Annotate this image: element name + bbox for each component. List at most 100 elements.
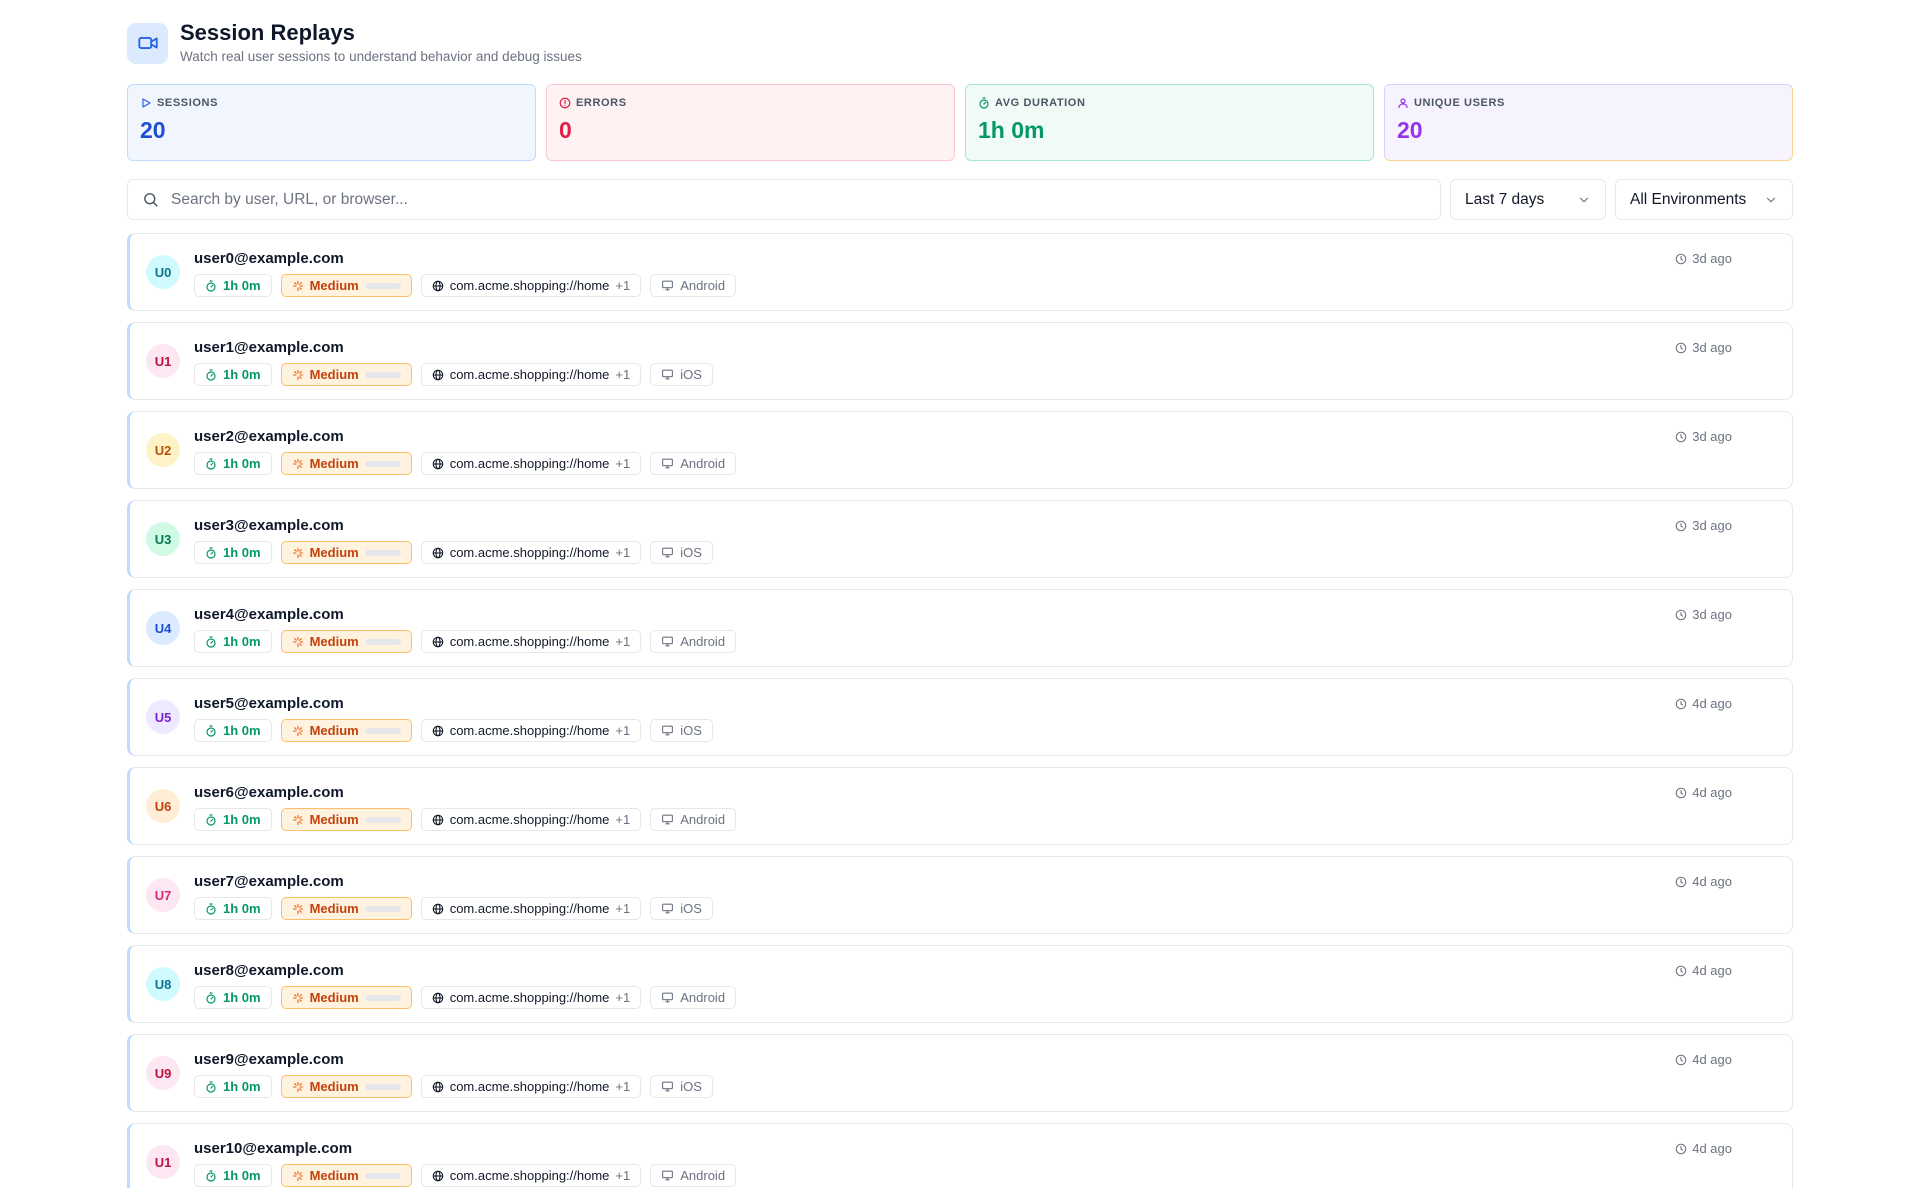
- session-row[interactable]: U3 user3@example.com 1h 0m Medium com.ac…: [127, 500, 1793, 578]
- session-tags: 1h 0m Medium com.acme.shopping://home +1: [194, 986, 737, 1009]
- session-row[interactable]: U0 user0@example.com 1h 0m Medium com.ac…: [127, 233, 1793, 311]
- url-badge: com.acme.shopping://home +1: [420, 363, 642, 386]
- duration-badge: 1h 0m: [194, 986, 272, 1009]
- user-email: user8@example.com: [194, 962, 344, 979]
- session-row[interactable]: U5 user5@example.com 1h 0m Medium com.ac…: [127, 678, 1793, 756]
- user-email: user2@example.com: [194, 428, 344, 445]
- user-email: user6@example.com: [194, 784, 344, 801]
- activity-level-badge: Medium: [280, 1164, 412, 1187]
- date-range-select[interactable]: Last 7 days: [1450, 179, 1606, 220]
- session-tags: 1h 0m Medium com.acme.shopping://home +1: [194, 1164, 737, 1187]
- sparkle-icon: [292, 547, 304, 559]
- session-row[interactable]: U8 user8@example.com 1h 0m Medium com.ac…: [127, 945, 1793, 1023]
- duration-badge: 1h 0m: [194, 541, 272, 564]
- activity-level-label: Medium: [309, 278, 359, 293]
- activity-level-badge: Medium: [280, 274, 412, 297]
- session-row[interactable]: U2 user2@example.com 1h 0m Medium com.ac…: [127, 411, 1793, 489]
- session-row[interactable]: U1 user10@example.com 1h 0m Medium com.a…: [127, 1123, 1793, 1188]
- url-value: com.acme.shopping://home: [449, 545, 610, 560]
- duration-badge: 1h 0m: [194, 719, 272, 742]
- activity-level-badge: Medium: [280, 630, 412, 653]
- avatar-initials: U1: [154, 353, 172, 369]
- session-time: 4d ago: [1675, 696, 1732, 711]
- session-time: 4d ago: [1675, 963, 1732, 978]
- avatar-initials: U6: [154, 798, 172, 814]
- session-time: 3d ago: [1675, 340, 1732, 355]
- play-icon: [140, 97, 152, 109]
- globe-icon: [432, 547, 444, 559]
- search-input[interactable]: [171, 190, 1426, 209]
- stat-value: 20: [140, 117, 166, 143]
- sparkle-icon: [292, 458, 304, 470]
- avatar-initials: U2: [154, 442, 172, 458]
- page-title: Session Replays: [180, 20, 355, 45]
- duration-value: 1h 0m: [223, 278, 261, 293]
- filter-toolbar: Last 7 days All Environments: [127, 179, 1793, 220]
- activity-level-badge: Medium: [280, 541, 412, 564]
- session-list: U0 user0@example.com 1h 0m Medium com.ac…: [127, 233, 1793, 1188]
- duration-value: 1h 0m: [223, 723, 261, 738]
- session-time: 4d ago: [1675, 1052, 1732, 1067]
- device-badge: Android: [650, 986, 737, 1009]
- session-row[interactable]: U6 user6@example.com 1h 0m Medium com.ac…: [127, 767, 1793, 845]
- device-badge: iOS: [650, 719, 713, 742]
- monitor-icon: [661, 813, 674, 826]
- date-range-value: Last 7 days: [1465, 190, 1545, 208]
- monitor-icon: [661, 1080, 674, 1093]
- sparkle-icon: [292, 814, 304, 826]
- device-value: Android: [680, 634, 726, 649]
- avatar: U4: [146, 611, 180, 645]
- monitor-icon: [661, 902, 674, 915]
- stat-label: ERRORS: [576, 97, 627, 109]
- session-row[interactable]: U1 user1@example.com 1h 0m Medium com.ac…: [127, 322, 1793, 400]
- monitor-icon: [661, 546, 674, 559]
- stats-row: SESSIONS 20 ERRORS 0 AVG DURATION 1h 0m: [127, 84, 1793, 161]
- session-tags: 1h 0m Medium com.acme.shopping://home +1: [194, 719, 713, 742]
- activity-level-label: Medium: [309, 456, 359, 471]
- activity-level-badge: Medium: [280, 452, 412, 475]
- time-value: 3d ago: [1692, 429, 1732, 444]
- duration-value: 1h 0m: [223, 812, 261, 827]
- url-more-count: +1: [615, 990, 631, 1005]
- duration-badge: 1h 0m: [194, 363, 272, 386]
- user-icon: [1397, 97, 1409, 109]
- url-badge: com.acme.shopping://home +1: [420, 452, 642, 475]
- timer-icon: [205, 279, 217, 292]
- device-value: Android: [680, 278, 726, 293]
- search-box[interactable]: [127, 179, 1441, 220]
- sparkle-icon: [292, 1081, 304, 1093]
- time-value: 4d ago: [1692, 785, 1732, 800]
- session-row[interactable]: U7 user7@example.com 1h 0m Medium com.ac…: [127, 856, 1793, 934]
- url-badge: com.acme.shopping://home +1: [420, 808, 642, 831]
- url-more-count: +1: [615, 634, 631, 649]
- monitor-icon: [661, 991, 674, 1004]
- monitor-icon: [661, 279, 674, 292]
- monitor-icon: [661, 1169, 674, 1182]
- sparkle-icon: [292, 992, 304, 1004]
- chevron-down-icon: [1577, 193, 1591, 207]
- environment-select[interactable]: All Environments: [1615, 179, 1793, 220]
- activity-level-label: Medium: [309, 901, 359, 916]
- avatar: U5: [146, 700, 180, 734]
- url-more-count: +1: [615, 723, 631, 738]
- globe-icon: [432, 725, 444, 737]
- session-row[interactable]: U4 user4@example.com 1h 0m Medium com.ac…: [127, 589, 1793, 667]
- time-value: 4d ago: [1692, 963, 1732, 978]
- session-row[interactable]: U9 user9@example.com 1h 0m Medium com.ac…: [127, 1034, 1793, 1112]
- environment-value: All Environments: [1630, 190, 1747, 208]
- activity-level-bar: [364, 905, 401, 912]
- activity-level-bar: [364, 1172, 401, 1179]
- avatar: U3: [146, 522, 180, 556]
- stat-card-sessions: SESSIONS 20: [127, 84, 536, 161]
- session-tags: 1h 0m Medium com.acme.shopping://home +1: [194, 274, 737, 297]
- device-badge: Android: [650, 630, 737, 653]
- time-value: 4d ago: [1692, 1052, 1732, 1067]
- activity-level-bar: [364, 549, 401, 556]
- activity-level-label: Medium: [309, 634, 359, 649]
- url-badge: com.acme.shopping://home +1: [420, 541, 642, 564]
- monitor-icon: [661, 368, 674, 381]
- session-tags: 1h 0m Medium com.acme.shopping://home +1: [194, 808, 737, 831]
- activity-level-bar: [364, 460, 401, 467]
- session-tags: 1h 0m Medium com.acme.shopping://home +1: [194, 1075, 713, 1098]
- clock-icon: [1675, 253, 1687, 265]
